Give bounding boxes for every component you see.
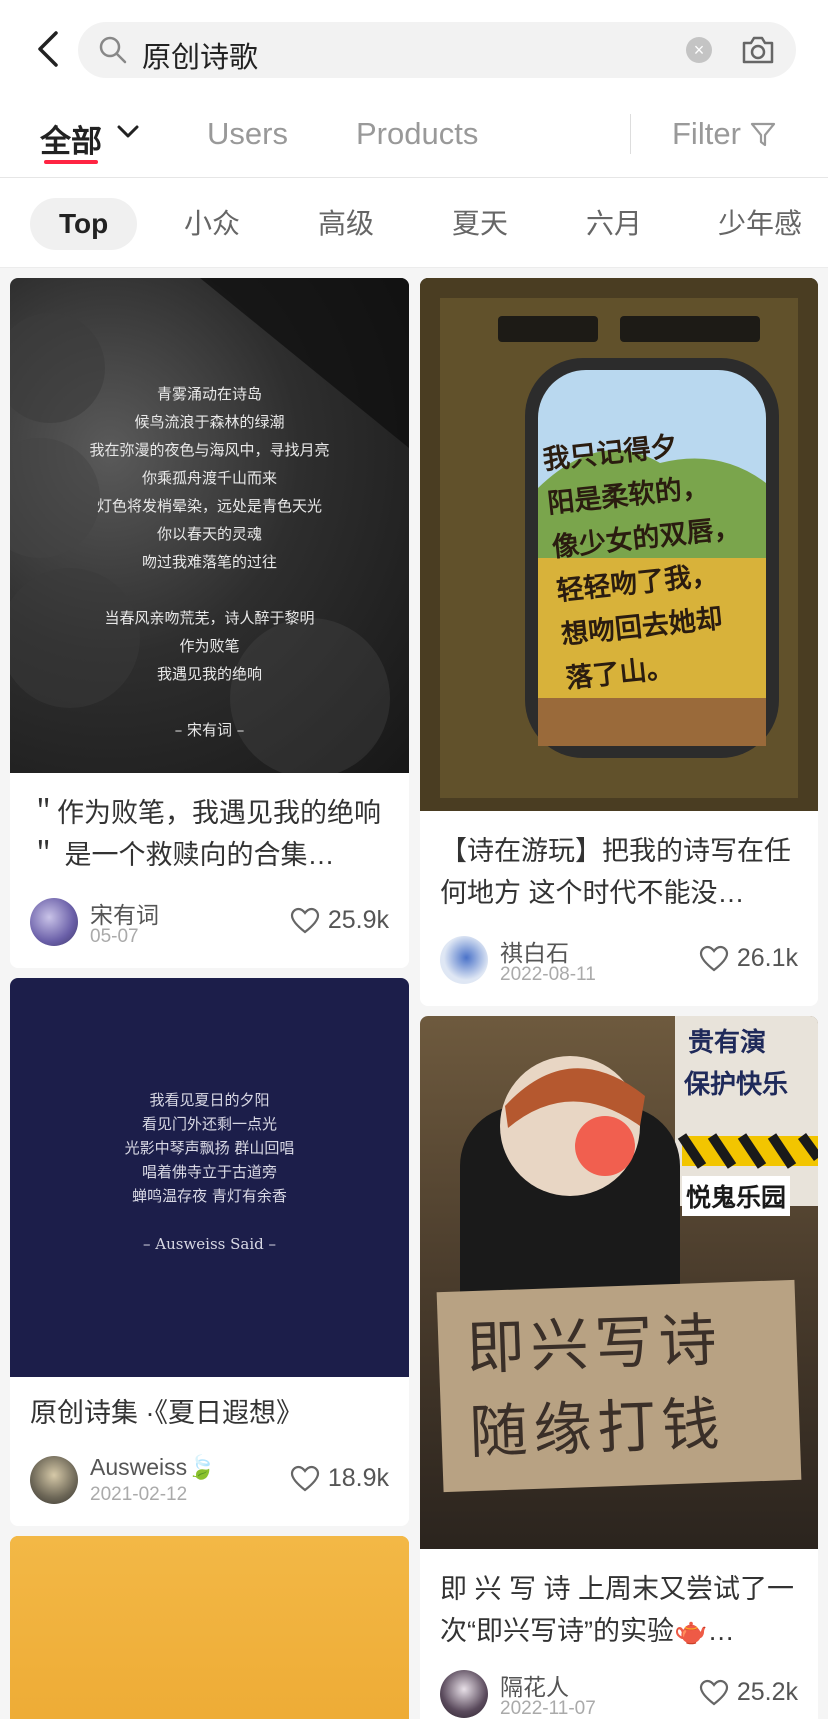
train-window-image: 我只记得夕 阳是柔软的， 像少女的双唇， 轻轻吻了我， 想吻回去她却 落了山。 <box>420 278 818 811</box>
note-card[interactable]: 贵有演 保护快乐 悦鬼乐园 即兴写诗 随缘打钱 即 兴 写 诗 上周末又尝试了一… <box>420 1016 818 1719</box>
poem-text: 我看见夏日的夕阳 看见门外还剩一点光 光影中琴声飘扬 群山回唱 唱着佛寺立于古道旁 蝉鸣… <box>10 1088 409 1256</box>
note-card[interactable] <box>10 1536 409 1719</box>
author-name[interactable]: Ausweiss🍃 <box>90 1454 216 1481</box>
post-date: 2022-08-11 <box>500 964 596 985</box>
active-tab-indicator <box>44 160 98 164</box>
heart-icon <box>699 1679 728 1705</box>
poem-line <box>10 576 409 604</box>
avatar[interactable] <box>440 936 488 984</box>
poem-line: 唱着佛寺立于古道旁 <box>141 1163 277 1181</box>
poem-line: 你以春天的灵魂 <box>156 525 262 543</box>
author-name[interactable]: 隔花人 <box>500 1668 569 1702</box>
heart-icon <box>699 945 728 971</box>
sign-mid-text: 保护快乐 <box>684 1069 789 1099</box>
poem-line: 我在弥漫的夜色与海风中，寻找月亮 <box>89 441 330 459</box>
poem-line: 作为败笔 <box>179 637 240 655</box>
poem-line: 光影中琴声飘扬 群山回唱 <box>124 1139 295 1157</box>
note-card[interactable]: 青雾涌动在诗岛候鸟流浪于森林的绿潮我在弥漫的夜色与海风中，寻找月亮 你乘孤舟渡千山… <box>10 278 409 968</box>
sign-line: 即兴写诗 <box>465 1305 724 1383</box>
poem-line <box>10 688 409 716</box>
like-button[interactable]: 25.9k <box>290 906 389 935</box>
search-bar[interactable]: 原创诗歌 × <box>78 22 796 78</box>
like-count: 26.1k <box>736 944 798 972</box>
tab-all[interactable]: 全部 <box>40 116 102 161</box>
tab-divider <box>630 114 631 154</box>
filter-label: Filter <box>672 116 741 151</box>
like-count: 25.9k <box>327 906 389 934</box>
like-count: 18.9k <box>327 1464 389 1492</box>
clear-icon[interactable]: × <box>686 37 712 63</box>
note-card[interactable]: 我看见夏日的夕阳 看见门外还剩一点光 光影中琴声飘扬 群山回唱 唱着佛寺立于古道旁 蝉鸣… <box>10 978 409 1526</box>
note-card[interactable]: 我只记得夕 阳是柔软的， 像少女的双唇， 轻轻吻了我， 想吻回去她却 落了山。 【诗在游玩… <box>420 278 818 1006</box>
poem-line <box>10 1208 409 1232</box>
like-button[interactable]: 18.9k <box>290 1464 389 1493</box>
note-title: ＂作为败笔，我遇见我的绝响＂ 是一个救赎向的合集… <box>30 798 381 870</box>
poem-line: 蝉鸣温存夜 青灯有余香 <box>132 1187 287 1205</box>
poem-line: 我看见夏日的夕阳 <box>149 1091 270 1109</box>
poem-line: 青雾涌动在诗岛 <box>156 385 262 403</box>
filter-chips: Top 小众 高级 夏天 六月 少年感 <box>0 178 828 268</box>
heart-icon <box>290 1465 319 1491</box>
note-title: 即 兴 写 诗 上周末又尝试了一次“即兴写诗”的实验🫖… <box>440 1574 795 1646</box>
cover-image <box>10 1536 409 1719</box>
note-title: 【诗在游玩】把我的诗写在任何地方 这个时代不能没… <box>440 836 791 908</box>
post-date: 2021-02-12 <box>90 1484 188 1505</box>
handwritten-poem: 我只记得夕 阳是柔软的， 像少女的双唇， 轻轻吻了我， 想吻回去她却 落了山。 <box>541 418 767 701</box>
poem-line: 当春风亲吻荒芜，诗人醉于黎明 <box>104 609 315 627</box>
back-button[interactable] <box>28 22 68 76</box>
post-date: 05-07 <box>90 926 139 947</box>
poem-line: – 宋有词 – <box>174 721 245 739</box>
camera-icon[interactable] <box>740 34 776 66</box>
author-name[interactable]: 祺白石 <box>500 934 569 968</box>
tab-users[interactable]: Users <box>207 116 288 152</box>
chip-june[interactable]: 六月 <box>586 198 642 250</box>
chip-summer[interactable]: 夏天 <box>452 198 508 250</box>
poem-cover-image: 青雾涌动在诗岛候鸟流浪于森林的绿潮我在弥漫的夜色与海风中，寻找月亮 你乘孤舟渡千山… <box>10 278 409 773</box>
avatar[interactable] <box>30 1456 78 1504</box>
poem-text: 青雾涌动在诗岛候鸟流浪于森林的绿潮我在弥漫的夜色与海风中，寻找月亮 你乘孤舟渡千山… <box>10 380 409 744</box>
chevron-left-icon <box>38 31 58 67</box>
chip-niche[interactable]: 小众 <box>184 198 240 250</box>
post-date: 2022-11-07 <box>500 1698 596 1719</box>
search-icon <box>99 36 127 64</box>
poem-line: – Ausweiss Said – <box>142 1235 277 1253</box>
sign-bottom-text: 悦鬼乐园 <box>682 1176 791 1216</box>
tab-products[interactable]: Products <box>356 116 478 152</box>
header: 原创诗歌 × 全部 Users Products Filter Top 小众 高… <box>0 0 828 268</box>
poem-line: 你乘孤舟渡千山而来 <box>141 469 277 487</box>
sign-top-text: 贵有演 <box>688 1027 767 1057</box>
avatar[interactable] <box>30 898 78 946</box>
chip-top[interactable]: Top <box>30 198 138 250</box>
note-title: 原创诗集 ·《夏日遐想》 <box>30 1398 303 1428</box>
filter-icon <box>750 122 775 147</box>
like-button[interactable]: 25.2k <box>699 1678 798 1707</box>
filter-button[interactable]: Filter <box>672 116 777 152</box>
author-name[interactable]: 宋有词 <box>90 896 159 930</box>
like-count: 25.2k <box>736 1678 798 1706</box>
search-input[interactable]: 原创诗歌 <box>142 34 258 76</box>
chevron-down-icon[interactable] <box>116 124 140 140</box>
cardboard-sign: 即兴写诗 随缘打钱 <box>465 1295 791 1474</box>
poem-line: 吻过我难落笔的过往 <box>141 553 277 571</box>
poem-line: 我遇见我的绝响 <box>156 665 262 683</box>
street-poet-image: 贵有演 保护快乐 悦鬼乐园 即兴写诗 随缘打钱 <box>420 1016 818 1549</box>
heart-icon <box>290 907 319 933</box>
chip-youthful[interactable]: 少年感 <box>718 198 802 250</box>
like-button[interactable]: 26.1k <box>699 944 798 973</box>
avatar[interactable] <box>440 1670 488 1718</box>
sign-line: 随缘打钱 <box>468 1389 727 1467</box>
poem-line: 候鸟流浪于森林的绿潮 <box>134 413 285 431</box>
poem-line: 灯色将发梢晕染，远处是青色天光 <box>96 497 322 515</box>
search-tabs: 全部 Users Products Filter <box>0 100 828 178</box>
chip-premium[interactable]: 高级 <box>318 198 374 250</box>
poem-cover-image: 我看见夏日的夕阳 看见门外还剩一点光 光影中琴声飘扬 群山回唱 唱着佛寺立于古道旁 蝉鸣… <box>10 978 409 1377</box>
poem-line: 看见门外还剩一点光 <box>141 1115 277 1133</box>
